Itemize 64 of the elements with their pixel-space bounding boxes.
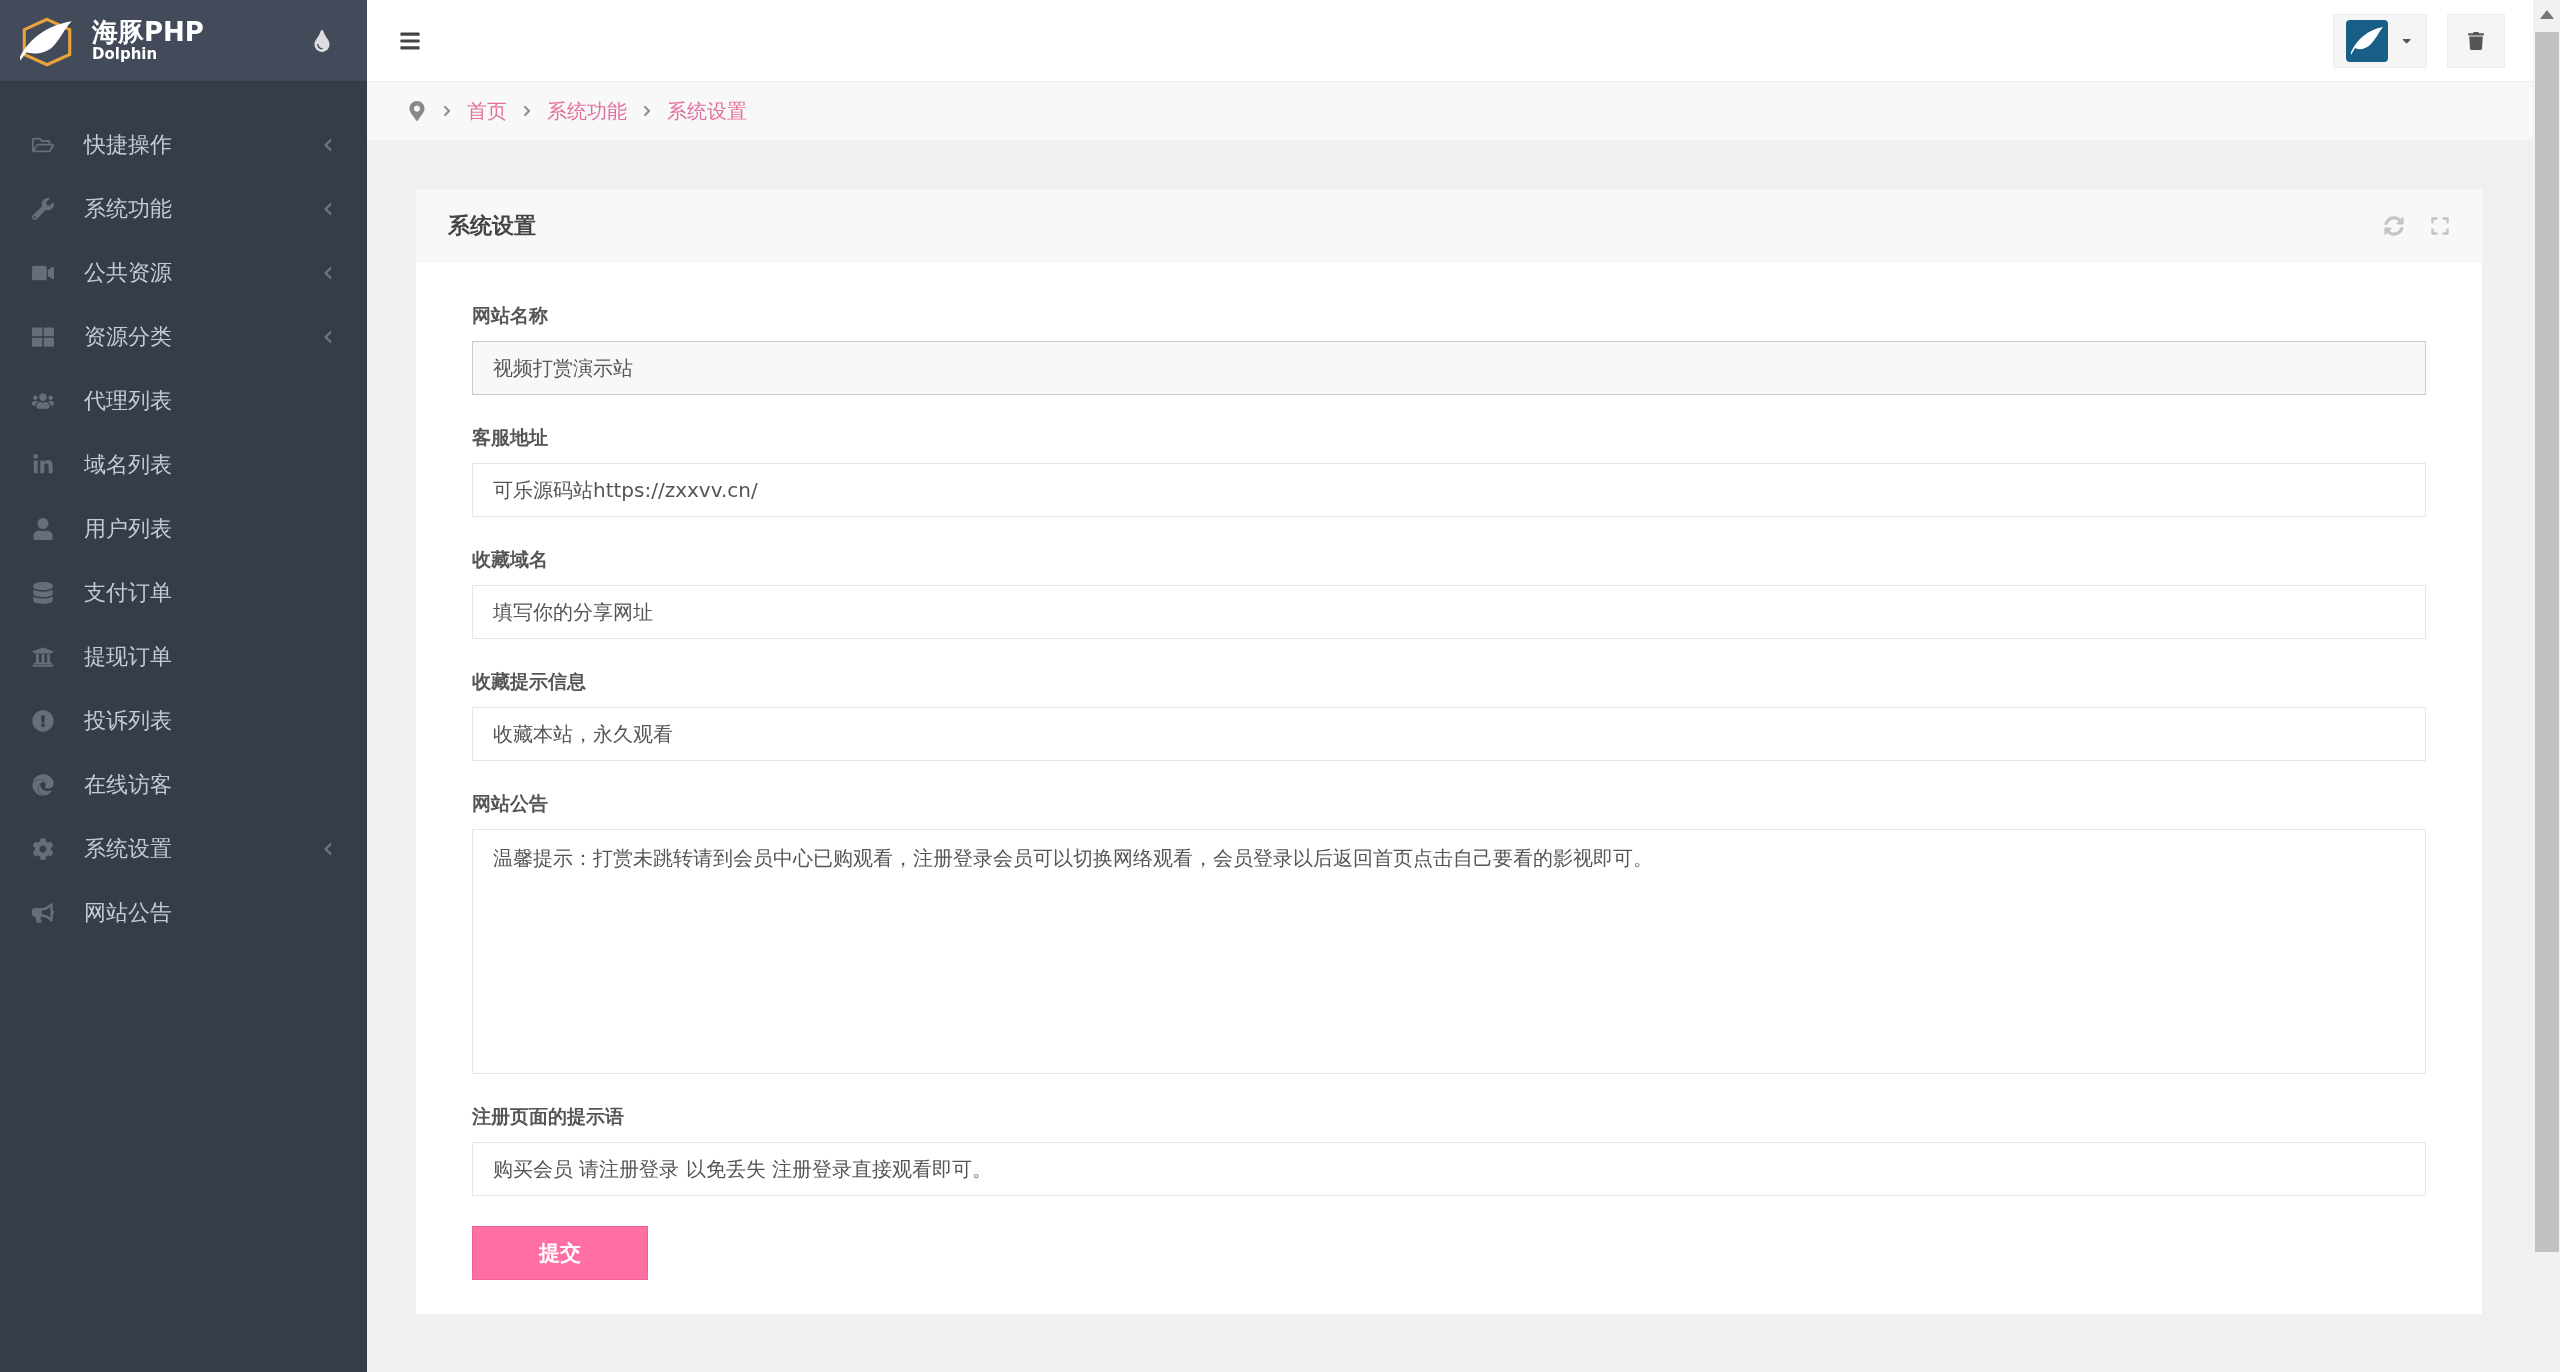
sidebar-item[interactable]: 用户列表 xyxy=(0,497,367,561)
sidebar-item[interactable]: 在线访客 xyxy=(0,753,367,817)
sidebar-label: 提现订单 xyxy=(84,643,172,671)
user-menu-button[interactable] xyxy=(2333,13,2427,68)
panel-title: 系统设置 xyxy=(448,212,536,240)
exclamation-icon xyxy=(32,710,54,732)
sidebar-item[interactable]: 支付订单 xyxy=(0,561,367,625)
browser-e-icon xyxy=(32,774,54,796)
sidebar-item[interactable]: 公共资源 xyxy=(0,241,367,305)
sidebar-label: 支付订单 xyxy=(84,579,172,607)
input-field[interactable]: 购买会员 请注册登录 以免丢失 注册登录直接观看即可。 xyxy=(472,1142,2426,1196)
chevron-icon xyxy=(641,105,653,117)
field-label: 客服地址 xyxy=(472,425,549,450)
logo-name: 海豚PHP xyxy=(92,19,204,45)
bank-icon xyxy=(32,646,54,668)
chevron-icon xyxy=(441,105,453,117)
sidebar-label: 快捷操作 xyxy=(84,131,172,159)
chevron-icon xyxy=(521,105,533,117)
linkedin-icon xyxy=(32,454,54,476)
sidebar-label: 域名列表 xyxy=(84,451,172,479)
wrench-icon xyxy=(32,198,54,220)
field-label: 网站公告 xyxy=(472,791,549,816)
database-icon xyxy=(32,582,54,604)
logo-subtitle: Dolphin xyxy=(92,47,159,62)
sidebar-item[interactable]: 资源分类 xyxy=(0,305,367,369)
sidebar-item[interactable]: 系统功能 xyxy=(0,177,367,241)
sidebar-item[interactable]: 提现订单 xyxy=(0,625,367,689)
sidebar-label: 在线访客 xyxy=(84,771,172,799)
avatar-icon xyxy=(2346,19,2389,62)
sidebar-item[interactable]: 投诉列表 xyxy=(0,689,367,753)
megaphone-icon xyxy=(32,902,54,924)
input-field[interactable]: 收藏本站，永久观看 xyxy=(472,707,2426,761)
sidebar-label: 代理列表 xyxy=(84,387,172,415)
trash-button[interactable] xyxy=(2447,13,2505,68)
gear-icon xyxy=(32,838,54,860)
field-label: 注册页面的提示语 xyxy=(472,1104,625,1129)
scroll-up-arrow-icon[interactable] xyxy=(2539,9,2554,19)
users-icon xyxy=(32,390,54,412)
trash-icon xyxy=(2467,31,2485,50)
location-pin-icon xyxy=(407,101,427,121)
sidebar-label: 资源分类 xyxy=(84,323,172,351)
sidebar-label: 投诉列表 xyxy=(84,707,172,735)
sidebar-label: 网站公告 xyxy=(84,899,172,927)
refresh-icon xyxy=(2384,216,2404,236)
user-icon xyxy=(32,518,54,540)
sidebar-label: 用户列表 xyxy=(84,515,172,543)
sidebar-item[interactable]: 域名列表 xyxy=(0,433,367,497)
sidebar-item[interactable]: 系统设置 xyxy=(0,817,367,881)
droplet-icon[interactable] xyxy=(311,29,333,52)
grid-icon xyxy=(32,326,54,348)
field-label: 收藏域名 xyxy=(472,547,549,572)
field-label: 收藏提示信息 xyxy=(472,669,587,694)
sidebar-label: 公共资源 xyxy=(84,259,172,287)
input-field[interactable]: 可乐源码站https://zxxvv.cn/ xyxy=(472,463,2426,517)
sidebar-label: 系统功能 xyxy=(84,195,172,223)
field-label: 网站名称 xyxy=(472,303,549,328)
sidebar-item[interactable]: 代理列表 xyxy=(0,369,367,433)
textarea-field[interactable]: 温馨提示：打赏未跳转请到会员中心已购观看，注册登录会员可以切换网络观看，会员登录以后返回首页点击自己要看的影视即可。 xyxy=(472,829,2426,1074)
sidebar-label: 系统设置 xyxy=(84,835,172,863)
input-field[interactable]: 填写你的分享网址 xyxy=(472,585,2426,639)
expand-icon xyxy=(2430,216,2450,236)
input-field[interactable]: 视频打赏演示站 xyxy=(472,341,2426,395)
sidebar-item[interactable]: 网站公告 xyxy=(0,881,367,945)
sidebar-item[interactable]: 快捷操作 xyxy=(0,113,367,177)
